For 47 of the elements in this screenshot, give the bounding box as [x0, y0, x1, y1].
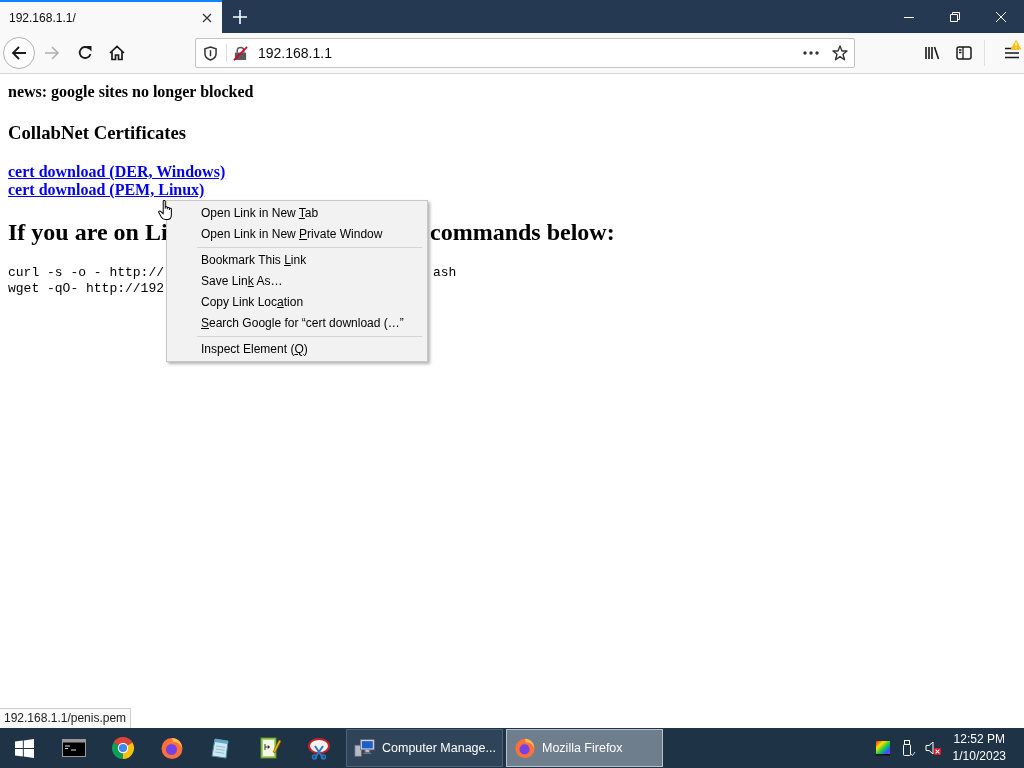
clock-date: 1/10/2023	[952, 748, 1006, 765]
back-button[interactable]	[3, 37, 35, 69]
browser-tab[interactable]: 192.168.1.1/	[0, 0, 222, 33]
firefox-icon	[514, 737, 536, 759]
menu-item[interactable]: Inspect Element (Q)	[167, 339, 427, 360]
code-line: ash	[433, 265, 457, 281]
news-text: news: google sites no longer blocked	[8, 83, 255, 101]
insecure-lock-icon[interactable]	[233, 45, 248, 61]
windows-logo-icon[interactable]	[15, 738, 34, 758]
menu-item[interactable]: Open Link in New Private Window	[167, 224, 427, 245]
home-icon[interactable]	[109, 45, 125, 61]
terminal-icon[interactable]	[61, 736, 86, 760]
edit-document-icon[interactable]	[257, 736, 282, 760]
clock-time: 12:52 PM	[953, 731, 1005, 748]
code-line: curl -s -o - http://	[8, 265, 165, 281]
more-icon[interactable]	[803, 51, 819, 55]
taskbar-window-button[interactable]: Mozilla Firefox	[506, 729, 663, 767]
computer-icon	[354, 737, 376, 759]
shield-icon[interactable]	[204, 45, 217, 61]
restore-icon[interactable]	[950, 11, 960, 22]
menu-item[interactable]: Save Link As…	[167, 271, 427, 292]
star-icon[interactable]	[832, 45, 848, 61]
menu-icon[interactable]	[1004, 45, 1020, 61]
sidebar-icon[interactable]	[956, 45, 972, 61]
code-line: wget -qO- http://192	[8, 281, 165, 297]
taskbar-window-button[interactable]: Computer Manage...	[346, 729, 503, 767]
arrow-left-icon	[11, 45, 27, 61]
link-preview-status: 192.168.1.1/penis.pem	[0, 708, 132, 728]
url-field[interactable]: 192.168.1.1	[258, 45, 332, 61]
library-icon[interactable]	[924, 45, 940, 61]
scissors-icon[interactable]	[306, 736, 331, 760]
download-link[interactable]: cert download (PEM, Linux)	[8, 181, 205, 198]
chrome-icon[interactable]	[110, 736, 135, 760]
page-heading: commands below:	[430, 218, 615, 246]
color-display-icon[interactable]	[874, 740, 891, 756]
download-link[interactable]: cert download (DER, Windows)	[8, 163, 226, 180]
section-heading: CollabNet Certificates	[8, 122, 188, 144]
menu-item[interactable]: Bookmark This Link	[167, 250, 427, 271]
page-heading: If you are on Li	[8, 218, 168, 246]
close-icon[interactable]	[202, 12, 212, 23]
menu-item[interactable]: Copy Link Location	[167, 292, 427, 313]
hand-cursor-icon	[158, 200, 172, 220]
speaker-icon[interactable]	[924, 740, 941, 756]
plus-icon[interactable]	[233, 9, 247, 24]
firefox-icon[interactable]	[159, 736, 184, 760]
reload-icon[interactable]	[77, 45, 93, 61]
menu-item[interactable]: Search Google for “cert download (…”	[167, 313, 427, 334]
